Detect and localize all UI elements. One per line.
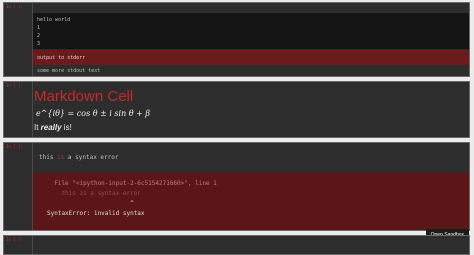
- cell-prompt-area: In [ ]:: [4, 236, 33, 254]
- stdout-output-more: some more stdout text: [37, 68, 101, 74]
- code-cell-empty[interactable]: In [ ]:: [3, 235, 470, 255]
- stdout-line: 3: [37, 41, 41, 47]
- code-cell-output[interactable]: In [ ]: hello world 1 2 3 output to stderr …: [3, 2, 470, 77]
- markdown-heading: Markdown Cell: [34, 88, 134, 105]
- text-suffix: is!: [61, 123, 72, 132]
- text-emphasis: really: [40, 123, 62, 132]
- traceback-caret: ^: [47, 200, 134, 207]
- cell-prompt-area: In [ ]:: [4, 143, 33, 230]
- markdown-paragraph: It really is!: [34, 123, 72, 132]
- markdown-cell[interactable]: In [ ]: Markdown Cell e^{iθ} = cos θ ± i…: [3, 81, 470, 138]
- cell-prompt: In [ ]:: [6, 237, 23, 242]
- traceback-output: File "<ipython-input-2-6c5154271660>", l…: [33, 173, 469, 230]
- math-equation: e^{iθ} = cos θ ± i sin θ + β: [36, 109, 151, 118]
- code-cell-error[interactable]: In [ ]: this is a syntax error File "<ip…: [3, 142, 470, 231]
- stdout-output: hello world 1 2 3: [33, 13, 469, 49]
- stdout-line: 2: [37, 33, 41, 39]
- code-token: a syntax error: [64, 154, 119, 161]
- code-input[interactable]: this is a syntax error: [33, 148, 469, 168]
- traceback-code-line: this is a syntax error: [47, 190, 141, 197]
- cell-prompt: In [ ]:: [6, 4, 23, 9]
- stderr-output: output to stderr: [33, 50, 469, 65]
- text-prefix: It: [34, 123, 41, 132]
- stdout-line: 1: [37, 25, 41, 31]
- cell-prompt: In [ ]:: [6, 83, 23, 88]
- code-token: this: [39, 154, 58, 161]
- cell-prompt-area: In [ ]:: [4, 3, 33, 76]
- cell-prompt: In [ ]:: [6, 144, 23, 149]
- traceback-file-line: File "<ipython-input-2-6c5154271660>", l…: [47, 180, 217, 187]
- stdout-line: hello world: [37, 17, 71, 23]
- cell-prompt-area: In [ ]:: [4, 82, 33, 137]
- traceback-error-line: SyntaxError: invalid syntax: [47, 210, 145, 217]
